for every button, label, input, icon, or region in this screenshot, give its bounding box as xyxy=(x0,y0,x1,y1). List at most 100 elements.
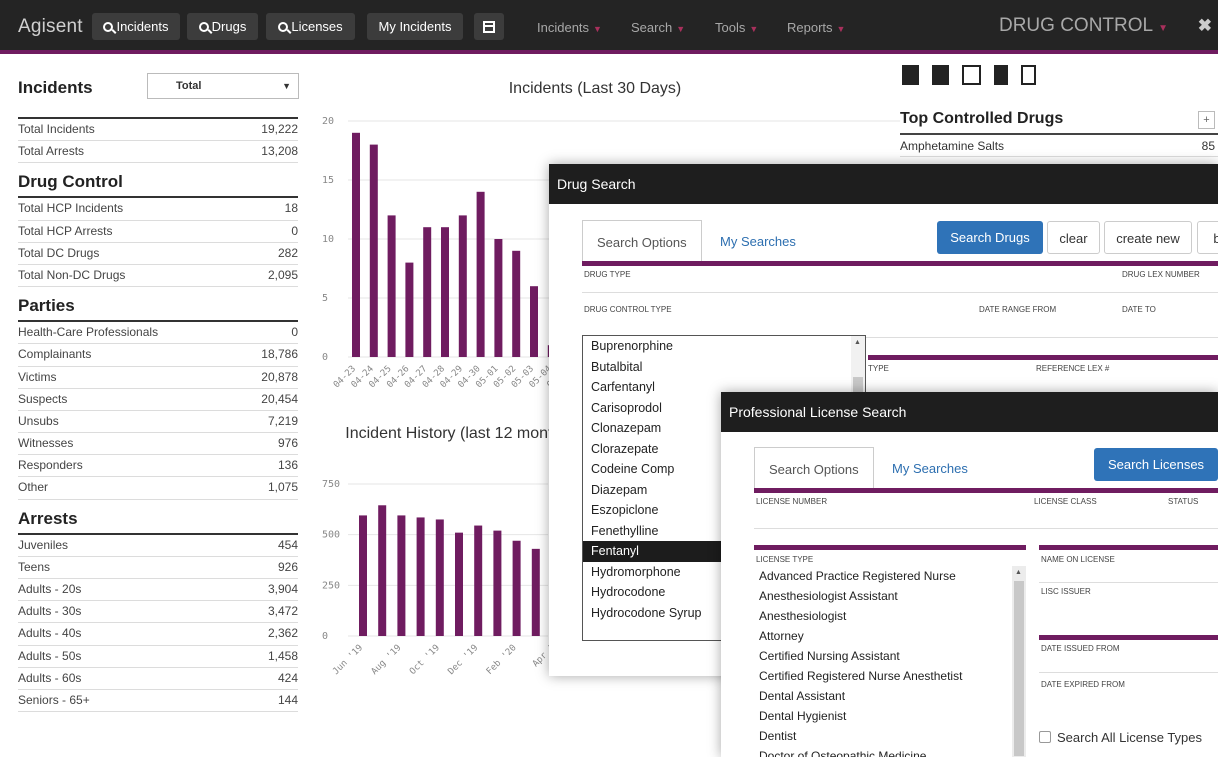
accent-bar xyxy=(754,545,1026,550)
drug-lex-number-label: DRUG LEX NUMBER xyxy=(1122,270,1200,279)
bar xyxy=(512,250,521,357)
scroll-up-icon[interactable]: ▲ xyxy=(854,339,861,346)
y-tick-label: 5 xyxy=(322,293,328,304)
y-tick-label: 15 xyxy=(322,175,334,186)
document-icon[interactable] xyxy=(994,65,1008,85)
bar xyxy=(494,239,503,357)
drug-list-item[interactable]: Buprenorphine xyxy=(583,336,865,357)
search-all-label: Search All License Types xyxy=(1057,730,1203,745)
divider xyxy=(582,292,1218,293)
drug-list-item[interactable]: Butalbital xyxy=(583,357,865,378)
license-type-list[interactable]: Advanced Practice Registered Nurse Anesth… xyxy=(754,566,1026,757)
type-label: TYPE xyxy=(868,364,889,373)
tab-search-options[interactable]: Search Options xyxy=(582,220,702,264)
scroll-thumb[interactable] xyxy=(1014,581,1024,756)
license-type-item[interactable]: Certified Registered Nurse Anesthetist xyxy=(754,666,1026,686)
date-range-from-label: DATE RANGE FROM xyxy=(979,305,1057,314)
accent-bar xyxy=(754,488,1218,493)
scroll-up-icon[interactable]: ▲ xyxy=(1015,569,1022,576)
y-tick-label: 0 xyxy=(322,631,328,642)
scrollbar[interactable]: ▲ xyxy=(1012,566,1026,757)
divider xyxy=(754,528,1218,529)
more-button[interactable]: b xyxy=(1197,221,1218,254)
bar xyxy=(512,540,521,636)
dialog-title: Professional License Search xyxy=(721,392,1218,432)
date-expired-from-label: DATE EXPIRED FROM xyxy=(1041,680,1125,689)
create-new-button[interactable]: create new xyxy=(1104,221,1192,254)
clear-button[interactable]: clear xyxy=(1047,221,1100,254)
bar xyxy=(352,132,360,357)
license-type-item[interactable]: Dentist xyxy=(754,726,1026,746)
bar xyxy=(423,227,432,357)
license-type-item[interactable]: Attorney xyxy=(754,626,1026,646)
tab-search-options[interactable]: Search Options xyxy=(754,447,874,491)
x-tick-label: Jun '19 xyxy=(331,643,365,677)
divider xyxy=(1039,582,1218,583)
y-tick-label: 250 xyxy=(322,580,340,591)
bar xyxy=(493,530,502,636)
bar xyxy=(397,515,406,636)
search-drugs-button[interactable]: Search Drugs xyxy=(937,221,1043,254)
date-to-label: DATE TO xyxy=(1122,305,1156,314)
y-tick-label: 0 xyxy=(322,352,328,363)
top-drugs-title: Top Controlled Drugs xyxy=(900,110,1064,127)
map-icon[interactable] xyxy=(962,65,981,85)
bar xyxy=(405,262,414,357)
search-all-types-option[interactable]: Search All License Types xyxy=(1039,730,1202,745)
notebook-icon[interactable] xyxy=(1021,65,1036,85)
license-type-item[interactable]: Anesthesiologist Assistant xyxy=(754,586,1026,606)
x-tick-label: Feb '20 xyxy=(485,643,519,677)
accent-bar xyxy=(868,355,1218,360)
top-drug-row[interactable]: Amphetamine Salts 85 xyxy=(900,135,1218,157)
bar xyxy=(387,215,396,357)
license-type-item[interactable]: Anesthesiologist xyxy=(754,606,1026,626)
divider xyxy=(1039,672,1218,673)
dialog-title: Drug Search xyxy=(549,164,1218,204)
license-search-dialog: Professional License Search Search Optio… xyxy=(721,392,1218,757)
checkbox[interactable] xyxy=(1039,731,1051,743)
license-class-label: LICENSE CLASS xyxy=(1034,497,1097,506)
drug-name: Amphetamine Salts xyxy=(900,138,1005,153)
x-tick-label: Oct '19 xyxy=(408,643,442,677)
bar xyxy=(369,144,378,357)
license-type-item[interactable]: Dental Hygienist xyxy=(754,706,1026,726)
bar xyxy=(359,515,367,636)
x-tick-label: Aug '19 xyxy=(370,643,404,677)
license-number-label: LICENSE NUMBER xyxy=(756,497,828,506)
license-type-item[interactable]: Certified Nursing Assistant xyxy=(754,646,1026,666)
status-label: STATUS xyxy=(1168,497,1199,506)
y-tick-label: 500 xyxy=(322,530,340,541)
drug-count: 85 xyxy=(1201,138,1215,153)
toolbar-icons xyxy=(902,65,1036,87)
license-type-item[interactable]: Dental Assistant xyxy=(754,686,1026,706)
calendar-icon[interactable] xyxy=(932,65,949,85)
y-tick-label: 20 xyxy=(322,116,334,127)
license-type-item[interactable]: Advanced Practice Registered Nurse xyxy=(754,566,1026,586)
reference-lex-label: REFERENCE LEX # xyxy=(1036,364,1110,373)
accent-bar xyxy=(1039,635,1218,640)
chart2-title: Incident History (last 12 months) xyxy=(345,425,575,442)
name-on-license-label: NAME ON LICENSE xyxy=(1041,555,1115,564)
tab-my-searches[interactable]: My Searches xyxy=(878,447,982,491)
bar xyxy=(476,191,485,357)
bar xyxy=(474,525,483,636)
drug-control-type-label: DRUG CONTROL TYPE xyxy=(584,305,672,314)
bar xyxy=(441,227,449,357)
bar xyxy=(416,517,425,636)
accent-bar xyxy=(582,261,1218,266)
drug-type-label: DRUG TYPE xyxy=(584,270,631,279)
calculator-icon[interactable] xyxy=(902,65,919,85)
x-tick-label: Dec '19 xyxy=(446,643,480,677)
accent-bar xyxy=(1039,545,1218,550)
add-icon[interactable]: + xyxy=(1198,111,1215,129)
license-type-label: LICENSE TYPE xyxy=(756,555,814,564)
bar xyxy=(435,519,444,636)
y-tick-label: 750 xyxy=(322,479,340,490)
tab-my-searches[interactable]: My Searches xyxy=(706,220,810,264)
date-issued-from-label: DATE ISSUED FROM xyxy=(1041,644,1120,653)
bar xyxy=(530,286,538,357)
bar xyxy=(531,548,540,636)
search-licenses-button[interactable]: Search Licenses xyxy=(1094,448,1218,481)
license-type-item[interactable]: Doctor of Osteopathic Medicine xyxy=(754,746,1026,757)
lisc-issuer-label: LISC ISSUER xyxy=(1041,587,1091,596)
